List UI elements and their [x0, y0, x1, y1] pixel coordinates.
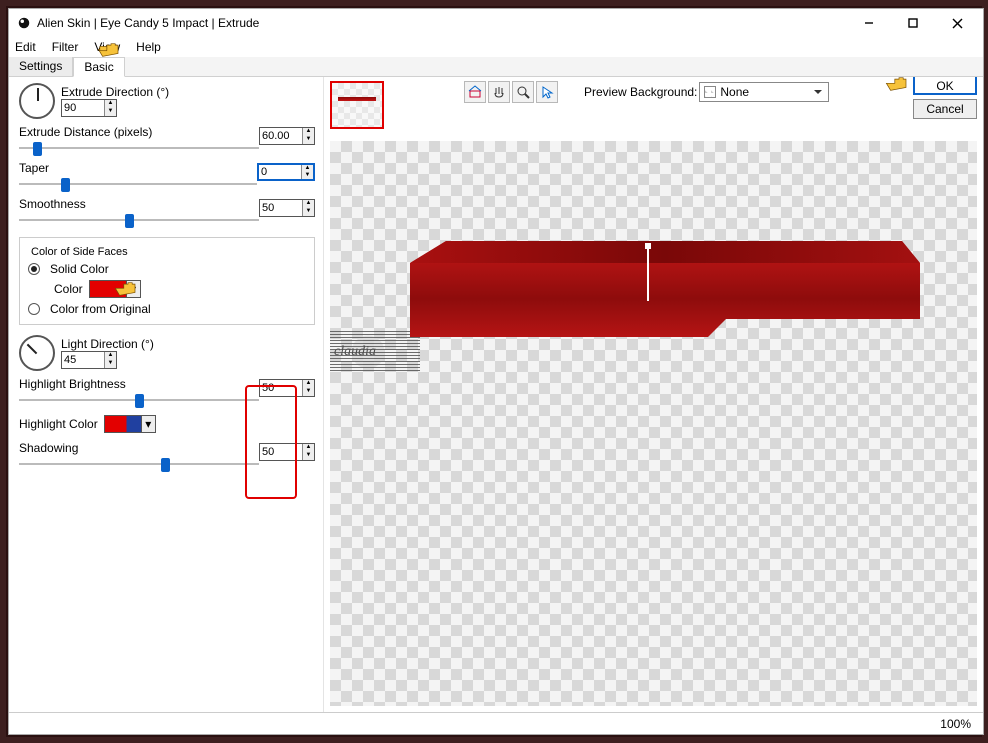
- smoothness-input[interactable]: ▲▼: [259, 199, 315, 217]
- smoothness-slider[interactable]: [19, 213, 259, 227]
- spin-up-icon[interactable]: ▲: [105, 100, 116, 108]
- smoothness-field[interactable]: [260, 200, 302, 216]
- tab-settings[interactable]: Settings: [9, 57, 73, 76]
- callout-highlight-box: [245, 385, 297, 499]
- extrude-preview-shape: [410, 241, 920, 341]
- highlight-color-picker[interactable]: ▾: [104, 415, 156, 433]
- pan-tool[interactable]: [488, 81, 510, 103]
- shadowing-slider[interactable]: [19, 457, 259, 471]
- side-faces-group: Color of Side Faces Solid Color Color ▾: [19, 237, 315, 325]
- minimize-button[interactable]: [847, 12, 891, 34]
- spin-down-icon[interactable]: ▼: [105, 108, 116, 116]
- app-window: Alien Skin | Eye Candy 5 Impact | Extrud…: [8, 8, 984, 735]
- taper-slider[interactable]: [19, 177, 257, 191]
- window-title: Alien Skin | Eye Candy 5 Impact | Extrud…: [37, 16, 847, 30]
- titlebar: Alien Skin | Eye Candy 5 Impact | Extrud…: [9, 9, 983, 37]
- extrude-direction-dial[interactable]: [19, 83, 55, 119]
- taper-input[interactable]: ▲▼: [257, 163, 315, 181]
- taper-field[interactable]: [259, 165, 301, 179]
- solid-color-label: Solid Color: [50, 262, 109, 276]
- home-tool[interactable]: [464, 81, 486, 103]
- highlight-color-label: Highlight Color: [19, 417, 98, 431]
- tab-bar: Settings Basic: [9, 57, 983, 77]
- statusbar: 100%: [9, 712, 983, 734]
- light-direction-dial[interactable]: [19, 335, 55, 371]
- preview-canvas[interactable]: claudia: [330, 141, 977, 706]
- light-direction-label: Light Direction (°): [61, 337, 154, 351]
- color-swatch-icon: [90, 281, 126, 297]
- close-button[interactable]: [935, 12, 979, 34]
- menubar: Edit Filter View Help: [9, 37, 983, 57]
- menu-help[interactable]: Help: [136, 40, 161, 54]
- preview-bg-select[interactable]: None: [699, 82, 829, 102]
- settings-panel: Extrude Direction (°) ▲▼ Extrude Distanc…: [9, 77, 324, 712]
- maximize-button[interactable]: [891, 12, 935, 34]
- preview-panel: OK Cancel Preview Background:: [324, 77, 983, 712]
- shadowing-label: Shadowing: [19, 441, 259, 455]
- pointer-tool[interactable]: [536, 81, 558, 103]
- menu-edit[interactable]: Edit: [15, 40, 36, 54]
- extrude-distance-slider[interactable]: [19, 141, 259, 155]
- extrude-direction-input[interactable]: ▲▼: [61, 99, 117, 117]
- preview-bg-label: Preview Background:: [584, 85, 697, 99]
- preview-toolbar: Preview Background: None: [324, 77, 983, 137]
- extrude-distance-label: Extrude Distance (pixels): [19, 125, 259, 139]
- side-faces-legend: Color of Side Faces: [28, 246, 131, 258]
- color-from-original-label: Color from Original: [50, 302, 151, 316]
- checker-icon: [704, 86, 716, 98]
- color-from-original-radio[interactable]: [28, 303, 40, 315]
- app-icon: [17, 16, 31, 30]
- menu-filter[interactable]: Filter: [52, 40, 79, 54]
- zoom-tool[interactable]: [512, 81, 534, 103]
- menu-view[interactable]: View: [94, 40, 120, 54]
- preview-thumbnail[interactable]: [330, 81, 384, 129]
- extrude-direction-label: Extrude Direction (°): [61, 85, 169, 99]
- extrude-direction-field[interactable]: [62, 100, 104, 116]
- watermark: claudia: [330, 331, 420, 373]
- taper-label: Taper: [19, 161, 257, 175]
- light-direction-field[interactable]: [62, 352, 104, 368]
- cancel-button[interactable]: Cancel: [913, 99, 977, 119]
- solid-color-radio[interactable]: [28, 263, 40, 275]
- chevron-down-icon[interactable]: ▾: [141, 416, 155, 432]
- color-label: Color: [54, 282, 83, 296]
- extrude-distance-field[interactable]: [260, 128, 302, 144]
- highlight-brightness-slider[interactable]: [19, 393, 259, 407]
- zoom-level: 100%: [940, 717, 971, 731]
- smoothness-label: Smoothness: [19, 197, 259, 211]
- ok-button[interactable]: OK: [913, 77, 977, 95]
- extrude-distance-input[interactable]: ▲▼: [259, 127, 315, 145]
- side-face-color-picker[interactable]: ▾: [89, 280, 141, 298]
- tab-basic[interactable]: Basic: [73, 57, 124, 77]
- light-direction-input[interactable]: ▲▼: [61, 351, 117, 369]
- preview-bg-value: None: [720, 85, 749, 99]
- highlight-brightness-label: Highlight Brightness: [19, 377, 259, 391]
- chevron-down-icon[interactable]: ▾: [126, 281, 140, 297]
- color-swatch-icon: [105, 416, 141, 432]
